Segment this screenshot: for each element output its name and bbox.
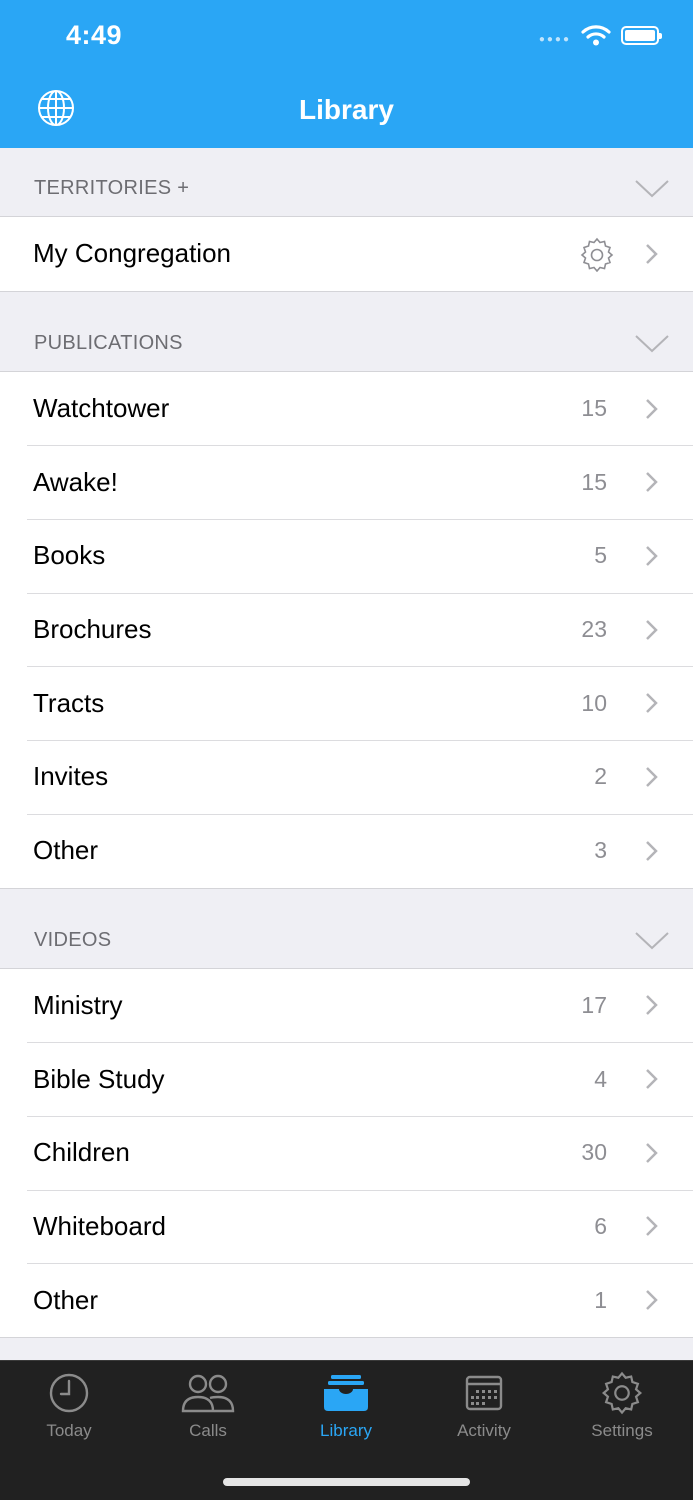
list-item[interactable]: Children 30 bbox=[0, 1115, 693, 1190]
row-count: 5 bbox=[594, 542, 607, 569]
row-count: 15 bbox=[581, 395, 607, 422]
battery-icon bbox=[621, 25, 662, 45]
row-label: Brochures bbox=[33, 614, 152, 645]
clock-icon bbox=[49, 1373, 89, 1413]
chevron-right-icon bbox=[646, 1216, 658, 1237]
chevron-right-icon bbox=[646, 767, 658, 787]
row-count: 2 bbox=[594, 763, 607, 790]
chevron-down-icon[interactable] bbox=[635, 180, 669, 198]
tab-label: Library bbox=[320, 1421, 372, 1440]
row-label: Children bbox=[33, 1137, 130, 1168]
tab-calls[interactable]: Calls bbox=[139, 1371, 277, 1441]
tab-library[interactable]: Library bbox=[277, 1371, 415, 1441]
list-item[interactable]: Invites 2 bbox=[0, 740, 693, 814]
row-count: 30 bbox=[581, 1139, 607, 1166]
chevron-right-icon bbox=[646, 1069, 658, 1089]
tab-activity[interactable]: Activity bbox=[415, 1371, 553, 1441]
list-item[interactable]: My Congregation bbox=[0, 217, 693, 291]
row-label: Bible Study bbox=[33, 1063, 165, 1094]
chevron-right-icon bbox=[646, 472, 658, 493]
row-label: Ministry bbox=[33, 989, 123, 1020]
chevron-right-icon bbox=[646, 619, 658, 640]
status-indicators: ●●●● bbox=[538, 24, 662, 46]
nav-header: 4:49 ●●●● Library bbox=[0, 0, 693, 148]
list-item[interactable]: Whiteboard 6 bbox=[0, 1189, 693, 1264]
section-title: VIDEOS bbox=[34, 928, 112, 951]
row-count: 23 bbox=[581, 616, 607, 643]
row-label: My Congregation bbox=[33, 238, 231, 269]
list-item[interactable]: Tracts 10 bbox=[0, 666, 693, 740]
row-label: Whiteboard bbox=[33, 1210, 166, 1241]
list-item[interactable]: Ministry 17 bbox=[0, 969, 693, 1043]
list-item[interactable]: Awake! 15 bbox=[0, 445, 693, 519]
gear-icon[interactable] bbox=[579, 236, 615, 272]
tray-icon bbox=[324, 1375, 368, 1411]
chevron-down-icon[interactable] bbox=[635, 931, 669, 950]
list-item[interactable]: Bible Study 4 bbox=[0, 1042, 693, 1116]
list-item[interactable]: Other 1 bbox=[0, 1263, 693, 1337]
chevron-right-icon bbox=[646, 398, 658, 419]
chevron-right-icon bbox=[646, 693, 658, 714]
tab-label: Calls bbox=[189, 1421, 227, 1440]
row-count: 10 bbox=[581, 689, 607, 716]
tab-label: Today bbox=[46, 1421, 92, 1440]
home-indicator[interactable] bbox=[223, 1478, 470, 1486]
row-label: Awake! bbox=[33, 466, 118, 497]
territories-list: My Congregation bbox=[0, 217, 693, 292]
row-label: Watchtower bbox=[33, 393, 170, 424]
list-item[interactable]: Other 3 bbox=[0, 813, 693, 888]
tab-label: Activity bbox=[457, 1421, 511, 1440]
chevron-right-icon bbox=[646, 1290, 658, 1310]
row-label: Tracts bbox=[33, 687, 105, 718]
chevron-right-icon bbox=[646, 1142, 658, 1163]
chevron-right-icon bbox=[646, 995, 658, 1016]
row-count: 17 bbox=[581, 991, 607, 1018]
gear-icon bbox=[601, 1371, 643, 1415]
row-label: Books bbox=[33, 540, 106, 571]
row-count: 6 bbox=[594, 1212, 607, 1239]
section-header-territories[interactable]: TERRITORIES + bbox=[0, 148, 693, 217]
tab-settings[interactable]: Settings bbox=[553, 1371, 691, 1441]
publications-list: Watchtower 15 Awake! 15 Books 5 Brochure… bbox=[0, 371, 693, 889]
list-item[interactable]: Books 5 bbox=[0, 519, 693, 593]
page-title: Library bbox=[299, 94, 394, 125]
section-title: PUBLICATIONS bbox=[34, 331, 183, 354]
row-count: 1 bbox=[594, 1286, 607, 1313]
section-title: TERRITORIES + bbox=[34, 177, 190, 199]
calendar-icon bbox=[465, 1375, 503, 1411]
section-header-publications[interactable]: PUBLICATIONS bbox=[0, 302, 693, 372]
signal-dots-icon: ●●●● bbox=[538, 33, 571, 45]
videos-list: Ministry 17 Bible Study 4 Children 30 Wh… bbox=[0, 968, 693, 1338]
row-label: Invites bbox=[33, 761, 109, 792]
library-content: TERRITORIES + My Congregation PUBLICATIO… bbox=[0, 148, 693, 1338]
chevron-right-icon bbox=[646, 546, 658, 566]
list-item[interactable]: Brochures 23 bbox=[0, 592, 693, 667]
row-count: 15 bbox=[581, 468, 607, 495]
row-count: 3 bbox=[594, 837, 607, 864]
section-header-videos[interactable]: VIDEOS bbox=[0, 899, 693, 969]
row-count: 4 bbox=[594, 1065, 607, 1092]
tab-today[interactable]: Today bbox=[0, 1371, 138, 1441]
status-time: 4:49 bbox=[66, 20, 123, 50]
list-item[interactable]: Watchtower 15 bbox=[0, 372, 693, 446]
chevron-right-icon bbox=[646, 840, 658, 861]
chevron-down-icon[interactable] bbox=[635, 334, 669, 353]
chevron-right-icon bbox=[646, 243, 658, 264]
row-label: Other bbox=[33, 835, 99, 866]
people-icon bbox=[181, 1374, 235, 1413]
row-label: Other bbox=[33, 1284, 99, 1315]
wifi-icon bbox=[581, 25, 611, 46]
tab-label: Settings bbox=[591, 1421, 653, 1440]
